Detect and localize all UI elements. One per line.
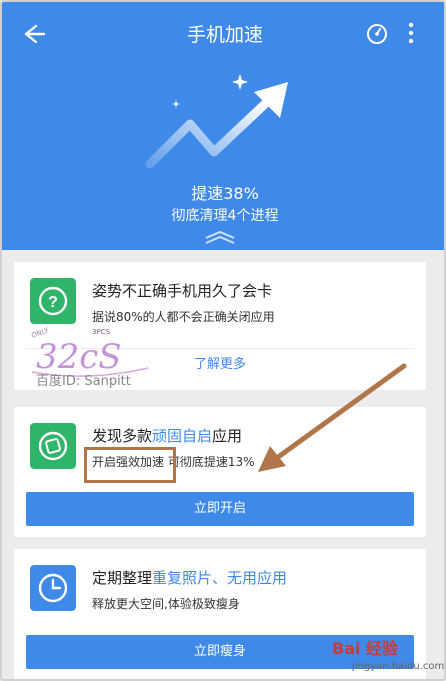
card-title: 定期整理重复照片、无用应用 — [92, 567, 287, 588]
baidu-url: jingyan.baidu.com — [352, 661, 445, 672]
card-description: 据说80%的人都不会正确关闭应用 — [92, 310, 275, 324]
autostart-card: 发现多款顽固自启应用 开启强效加速 可彻底提速13% 立即开启 — [14, 407, 426, 537]
clock-icon — [30, 565, 76, 611]
svg-text:3PCS: 3PCS — [92, 328, 111, 336]
card-description: 释放更大空间,体验极致瘦身 — [92, 597, 240, 611]
more-vertical-icon[interactable] — [402, 20, 420, 46]
baidu-logo: Bai 经验 — [332, 639, 399, 658]
svg-text:?: ? — [48, 294, 58, 311]
chevron-up-icon[interactable] — [203, 229, 237, 245]
speed-up-arrow-illustration — [145, 74, 288, 169]
annotation-highlight-box — [84, 447, 176, 483]
clean-app-icon — [30, 423, 76, 469]
card-title-part: 定期整理 — [92, 569, 153, 587]
app-frame: 手机加速 提速38% 彻底清理4个进程 ? 姿势不正确手机用久了会卡 据说80%… — [0, 0, 446, 681]
card-title: 发现多款顽固自启应用 — [92, 425, 242, 446]
card-title-part: 应用 — [212, 427, 243, 445]
card-title-part: 发现多款 — [92, 427, 153, 445]
card-title: 姿势不正确手机用久了会卡 — [92, 282, 273, 300]
process-cleanup-text: 彻底清理4个进程 — [171, 208, 279, 224]
question-icon: ? — [30, 278, 76, 324]
baidu-jingyan-watermark: Bai 经验 jingyan.baidu.com — [332, 635, 445, 679]
speed-up-percentage: 提速38% — [191, 184, 259, 203]
card-title-highlight: 顽固自启 — [152, 427, 213, 445]
card-title-highlight: 重复照片、无用应用 — [152, 569, 288, 587]
top-bar: 手机加速 — [2, 2, 444, 64]
speedometer-icon[interactable] — [365, 22, 389, 46]
header: 手机加速 提速38% 彻底清理4个进程 — [2, 2, 444, 250]
watermark-id-text: 百度ID: Sanpitt — [36, 374, 131, 389]
enable-now-button[interactable]: 立即开启 — [26, 492, 414, 526]
